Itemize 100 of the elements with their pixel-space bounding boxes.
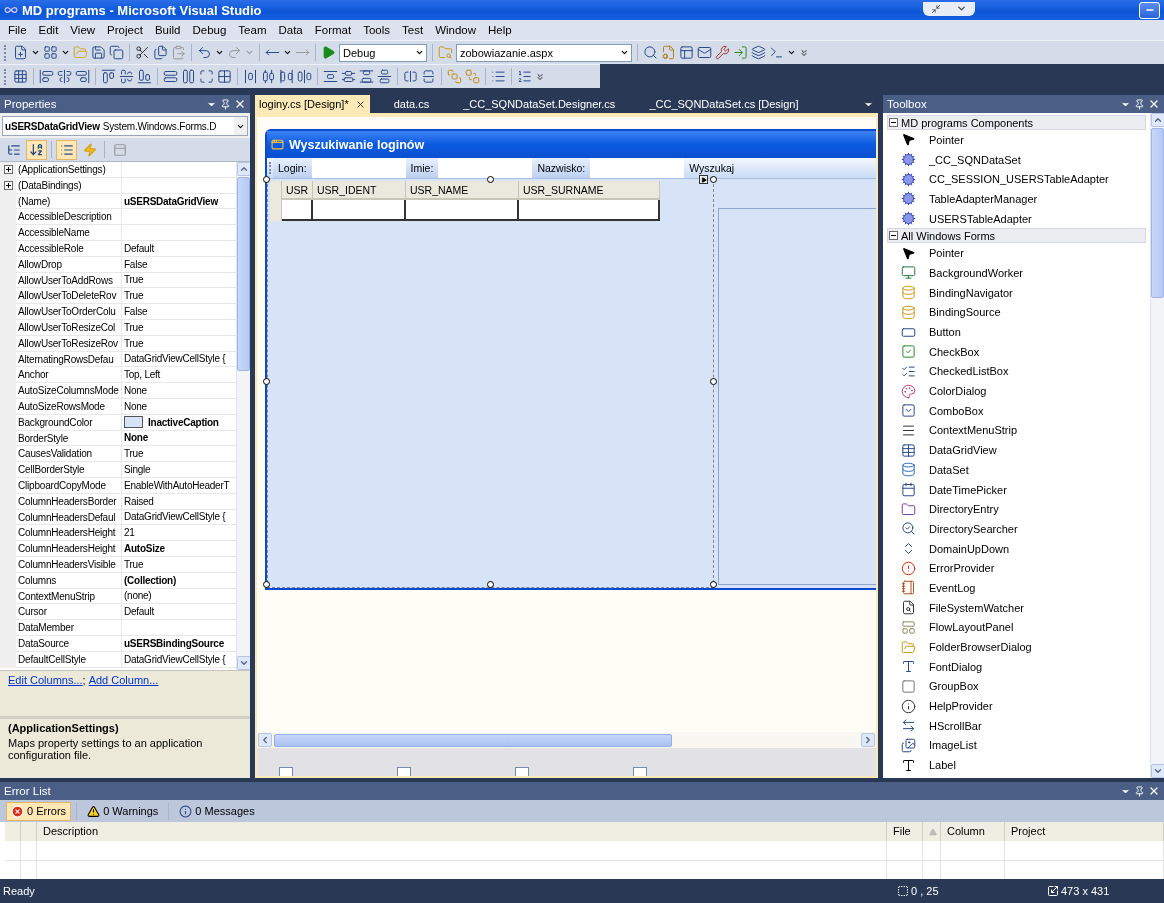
resize-handle[interactable] (263, 176, 270, 183)
remove-spacing-icon[interactable] (297, 69, 312, 84)
toolbox-item[interactable]: Pointer (929, 133, 964, 146)
toolbox-item[interactable]: CheckBox (929, 345, 980, 358)
toolbox-group-header[interactable]: All Windows Forms (887, 228, 1146, 244)
document-tab[interactable]: loginy.cs [Design]* (255, 95, 370, 113)
property-name[interactable]: AlternatingRowsDefau (16, 351, 122, 368)
filter-button[interactable]: 0 Errors (6, 801, 72, 821)
property-name[interactable]: ColumnHeadersBorder (16, 493, 122, 510)
grid-icon[interactable] (13, 69, 28, 84)
column-header[interactable]: Description (37, 822, 887, 841)
vertical-equal-spacing-icon[interactable] (323, 69, 338, 84)
resize-handle[interactable] (487, 176, 494, 183)
column-header[interactable]: USR_SURNAME (519, 181, 660, 200)
toolbox-item[interactable]: CC_SESSION_USERSTableAdapter (929, 173, 1109, 186)
scroll-thumb[interactable] (237, 177, 250, 371)
property-value[interactable]: InactiveCaption (122, 414, 236, 431)
toolbox-item[interactable]: HelpProvider (929, 700, 993, 713)
menu-item[interactable]: Edit (32, 24, 65, 36)
toolbox-item[interactable]: CheckedListBox (929, 365, 1009, 378)
menu-item[interactable]: Window (429, 24, 483, 36)
smart-tag-icon[interactable] (699, 175, 708, 184)
toolbox-item[interactable]: _CC_SQNDataSet (929, 153, 1021, 166)
tab-order-icon[interactable] (491, 69, 506, 84)
toolbox-item[interactable]: EventLog (929, 581, 976, 594)
same-height-icon[interactable] (181, 69, 196, 84)
new-row-cell[interactable] (406, 200, 519, 221)
search-button[interactable]: Wyszukaj (684, 158, 740, 178)
restore-icon[interactable] (930, 3, 941, 14)
toolbox-item[interactable]: DomainUpDown (929, 542, 1010, 555)
pin-icon[interactable] (1134, 98, 1145, 110)
play-icon[interactable] (321, 45, 336, 60)
horizontal-scrollbar[interactable] (257, 732, 876, 748)
scrollbar[interactable] (236, 162, 250, 670)
collapse-icon[interactable] (889, 231, 898, 241)
property-name[interactable]: BorderStyle (16, 430, 122, 447)
center-vertically-icon[interactable] (421, 69, 436, 84)
document-tab[interactable]: _CC_SQNDataSet.cs [Design] (645, 95, 809, 113)
column-header[interactable]: USR_IDENT (313, 181, 406, 200)
toolbox-item[interactable]: FontDialog (929, 660, 983, 673)
toolbox-item[interactable]: ColorDialog (929, 385, 987, 398)
align-right-icon[interactable] (75, 69, 90, 84)
pin-icon[interactable] (220, 98, 231, 110)
property-name[interactable]: DataSource (16, 635, 122, 652)
align-bottom-icon[interactable] (137, 69, 152, 84)
layers-icon[interactable] (751, 45, 766, 60)
toolbox-item[interactable]: USERSTableAdapter (929, 212, 1032, 225)
component-icon[interactable] (397, 767, 411, 776)
property-name[interactable]: AccessibleDescription (16, 209, 122, 226)
startup-page-dropdown[interactable]: zobowiazanie.aspx (456, 43, 632, 62)
search-icon[interactable] (643, 45, 658, 60)
scroll-thumb[interactable] (1151, 128, 1164, 298)
menu-item[interactable]: Debug (186, 24, 233, 36)
caret-icon[interactable] (787, 48, 796, 57)
toolbox-item[interactable]: DataSet (929, 463, 969, 476)
toolbox-item[interactable]: GroupBox (929, 680, 979, 693)
vertical-remove-spacing-icon[interactable] (377, 69, 392, 84)
collapse-icon[interactable] (889, 118, 898, 127)
toolbox-item[interactable]: ContextMenuStrip (929, 424, 1018, 437)
toolbox-item[interactable]: DataGridView (929, 444, 997, 457)
resize-handle[interactable] (710, 176, 717, 183)
menu-item[interactable]: File (2, 24, 33, 36)
wrench-icon[interactable] (715, 45, 730, 60)
align-center-icon[interactable] (57, 69, 72, 84)
new-row-cell[interactable] (282, 200, 313, 221)
property-name[interactable]: AccessibleRole (16, 241, 122, 257)
toolbox-item[interactable]: ComboBox (929, 404, 984, 417)
toolbox-item[interactable]: FileSystemWatcher (929, 601, 1024, 614)
caption-buttons[interactable] (923, 1, 975, 16)
strip-text-field[interactable] (311, 158, 406, 178)
toolbox-item[interactable]: ErrorProvider (929, 562, 995, 575)
size-to-grid-icon[interactable] (217, 69, 232, 84)
property-name[interactable]: AllowUserToAddRows (16, 272, 122, 289)
property-name[interactable]: ColumnHeadersHeight (16, 541, 122, 557)
mail-icon[interactable] (697, 45, 712, 60)
property-name[interactable]: Cursor (16, 604, 122, 621)
toolbox-item[interactable]: TableAdapterManager (929, 192, 1038, 205)
align-top-icon[interactable] (101, 69, 116, 84)
property-name[interactable]: ColumnHeadersVisible (16, 556, 122, 573)
caret-icon[interactable] (283, 48, 292, 57)
toolbox-item[interactable]: BindingNavigator (929, 286, 1013, 299)
column-header[interactable]: Column (941, 822, 1005, 841)
toolbox-item[interactable]: HScrollBar (929, 719, 982, 732)
resize-handle[interactable] (710, 581, 717, 588)
scrollbar[interactable] (1150, 113, 1164, 778)
expand-icon[interactable] (3, 181, 13, 191)
menu-item[interactable]: Build (148, 24, 187, 36)
center-horizontally-icon[interactable] (403, 69, 418, 84)
login-icon[interactable] (733, 45, 748, 60)
property-name[interactable]: AllowUserToDeleteRov (16, 288, 122, 305)
component-icon[interactable] (515, 767, 529, 776)
new-row-cell[interactable] (519, 200, 660, 221)
same-size-icon[interactable] (199, 69, 214, 84)
pin-icon[interactable] (1134, 785, 1145, 797)
document-tab[interactable]: data.cs (389, 95, 440, 113)
toolbox-item[interactable]: FlowLayoutPanel (929, 621, 1014, 634)
toolbox-item[interactable]: Pointer (929, 247, 964, 260)
column-header[interactable]: USR_NAME (406, 181, 519, 200)
property-name[interactable]: ContextMenuStrip (16, 588, 122, 605)
property-name[interactable]: AutoSizeRowsMode (16, 398, 122, 415)
